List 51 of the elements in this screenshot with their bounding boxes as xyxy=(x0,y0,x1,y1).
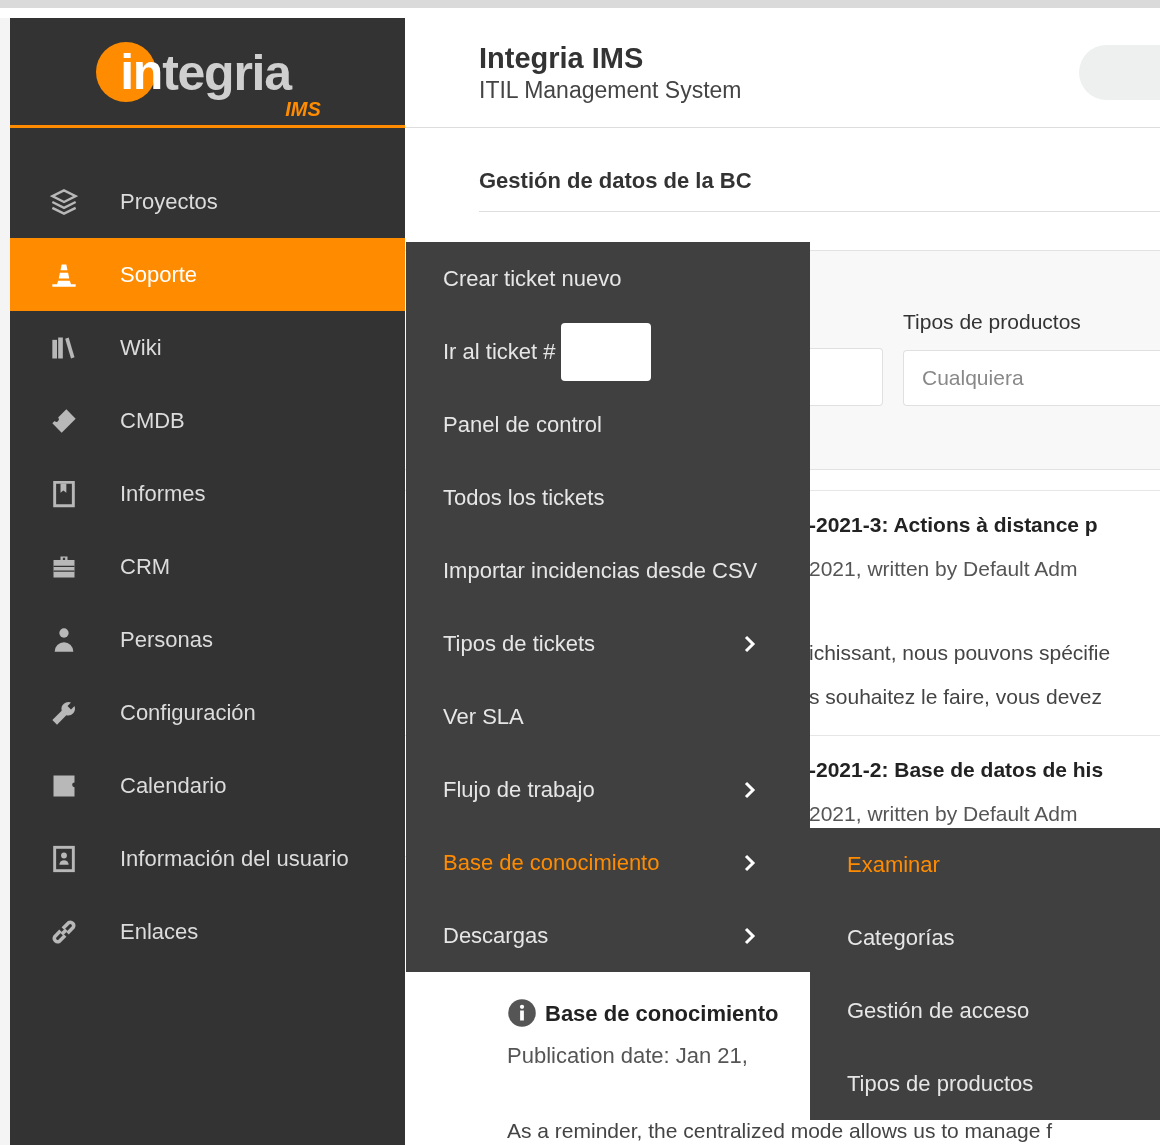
input-field[interactable] xyxy=(809,348,883,406)
sidebar-item[interactable]: Calendario xyxy=(10,749,405,822)
chevron-right-icon xyxy=(744,634,756,653)
chevron-right-icon xyxy=(744,853,756,872)
sidebar-item[interactable]: CRM xyxy=(10,530,405,603)
menu-item[interactable]: Flujo de trabajo xyxy=(406,753,810,826)
menu-item[interactable]: Importar incidencias desde CSV xyxy=(406,534,810,607)
menu-item[interactable]: Crear ticket nuevo xyxy=(406,242,810,315)
menu-item[interactable]: Panel de control xyxy=(406,388,810,461)
select-field[interactable]: Cualquiera xyxy=(903,349,1160,406)
chevron-right-icon xyxy=(744,780,756,799)
article-meta: Publication date: Jan 21, xyxy=(507,1041,749,1070)
filter-label: Tipos de productos xyxy=(903,309,1082,335)
logo-text: tegria xyxy=(162,47,291,98)
menu-label: Ir al ticket # xyxy=(443,338,556,366)
sidebar-item[interactable]: Informes xyxy=(10,457,405,530)
chevron-right-icon xyxy=(744,926,756,945)
sidebar-item[interactable]: CMDB xyxy=(10,384,405,457)
menu-item[interactable]: Base de conocimiento xyxy=(406,826,810,899)
page-title: Gestión de datos de la BC xyxy=(479,168,752,193)
app-title: Integria IMS xyxy=(479,41,645,76)
article-text: As a reminder, the centralized mode allows us to manage f xyxy=(507,1119,1054,1143)
ticket-number-field[interactable] xyxy=(561,322,652,381)
layers-icon xyxy=(50,187,78,216)
menu-item[interactable]: Descargas xyxy=(406,899,810,972)
sidebar-item[interactable]: Wiki xyxy=(10,311,405,384)
article-title[interactable]: Base de conocimiento xyxy=(545,996,779,1030)
article-meta: 2021, written by Default Adm xyxy=(809,801,1079,828)
menu-item[interactable]: Ver SLA xyxy=(406,680,810,753)
sidebar-item[interactable]: Enlaces xyxy=(10,895,405,968)
logo-edition: IMS xyxy=(285,97,321,122)
menu-item[interactable]: Gestión de acceso xyxy=(810,974,1160,1047)
app-subtitle: ITIL Management System xyxy=(479,76,742,105)
article-meta: 2021, written by Default Adm xyxy=(809,556,1079,583)
sidebar-item[interactable]: Información del usuario xyxy=(10,822,405,895)
sidebar-item[interactable]: Configuración xyxy=(10,676,405,749)
info-icon xyxy=(507,998,537,1028)
sidebar-item[interactable]: Proyectos xyxy=(10,165,405,238)
article-title[interactable]: -2021-2: Base de datos de his xyxy=(809,754,1104,786)
article-text: s souhaitez le faire, vous devez xyxy=(809,684,1103,711)
menu-item[interactable]: Categorías xyxy=(810,901,1160,974)
menu-item[interactable]: Tipos de tickets xyxy=(406,607,810,680)
user-card-icon xyxy=(50,844,78,873)
article-text: ichissant, nous pouvons spécifie xyxy=(809,640,1112,667)
menu-item[interactable]: Todos los tickets xyxy=(406,461,810,534)
ticket-icon xyxy=(50,406,78,435)
sidebar-item[interactable]: Personas xyxy=(10,603,405,676)
report-icon xyxy=(50,479,78,508)
article-title[interactable]: -2021-3: Actions à distance p xyxy=(809,509,1098,541)
menu-item[interactable]: Tipos de productos xyxy=(810,1047,1160,1120)
menu-item[interactable]: Examinar xyxy=(810,828,1160,901)
